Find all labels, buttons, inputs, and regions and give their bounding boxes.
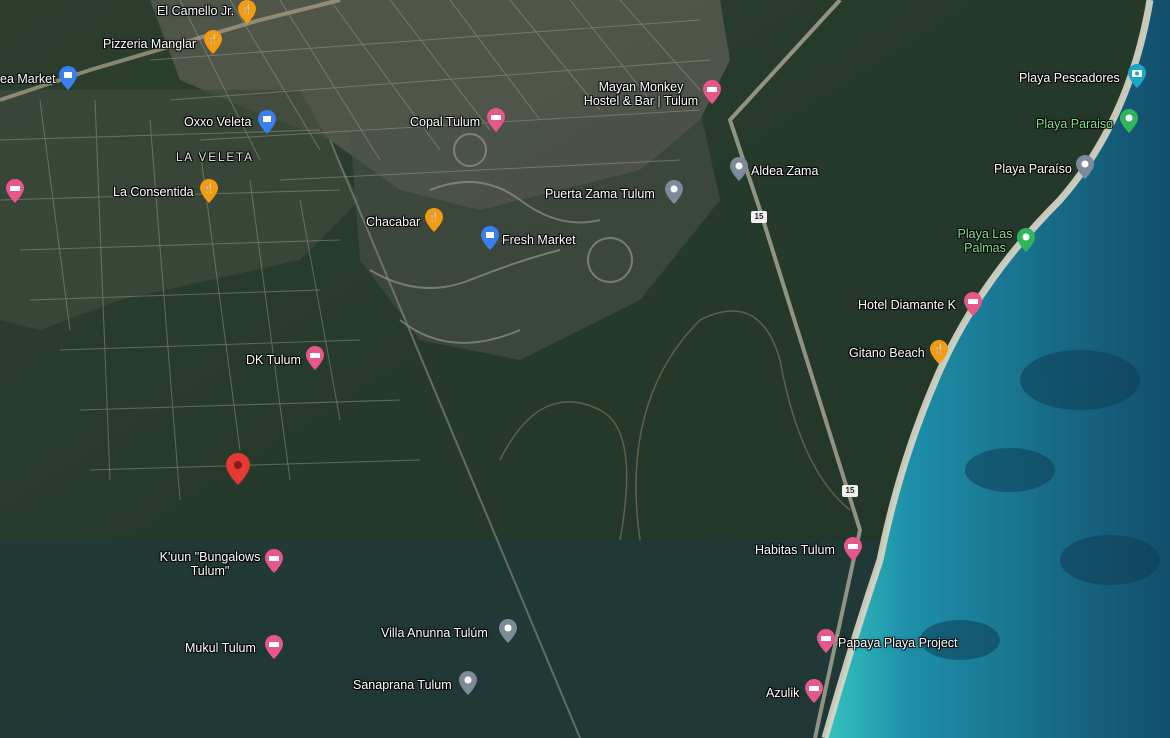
svg-text:🍴: 🍴 <box>428 211 439 223</box>
label-playa-las-palmas-line1: Playa Las <box>957 227 1013 241</box>
satellite-map[interactable] <box>0 0 1170 738</box>
camera-pin-icon[interactable] <box>1128 64 1146 88</box>
label-playa-pescadores[interactable]: Playa Pescadores <box>1019 71 1120 85</box>
label-playa-las-palmas[interactable]: Playa Las Palmas <box>950 227 1020 255</box>
label-playa-las-palmas-line2: Palmas <box>964 241 1006 255</box>
svg-text:🍴: 🍴 <box>933 343 944 355</box>
label-sanaprana[interactable]: Sanaprana Tulum <box>353 678 452 692</box>
park-pin-icon[interactable] <box>1120 109 1138 133</box>
label-la-veleta: LA VELETA <box>176 152 254 164</box>
svg-text:🍴: 🍴 <box>241 3 252 15</box>
label-habitas-tulum[interactable]: Habitas Tulum <box>755 543 835 557</box>
label-puerta-zama[interactable]: Puerta Zama Tulum <box>545 187 655 201</box>
label-papaya-playa[interactable]: Papaya Playa Project <box>838 636 958 650</box>
hotel-pin-icon[interactable] <box>805 679 823 703</box>
route-15-number: 15 <box>845 486 855 495</box>
label-gitano-beach[interactable]: Gitano Beach <box>849 346 925 360</box>
route-15-number: 15 <box>754 212 764 221</box>
hotel-pin-icon[interactable] <box>306 346 324 370</box>
label-mayan-monkey-line2: Hostel & Bar | Tulum <box>583 94 699 108</box>
label-dk-tulum[interactable]: DK Tulum <box>246 353 301 367</box>
place-pin-icon[interactable] <box>499 619 517 643</box>
hotel-pin-icon[interactable] <box>817 629 835 653</box>
shop-pin-icon[interactable] <box>481 226 499 250</box>
label-el-camello[interactable]: El Camello Jr. <box>157 4 234 18</box>
label-pizzeria-manglar[interactable]: Pizzeria Manglar <box>103 37 196 51</box>
svg-text:🍴: 🍴 <box>207 33 218 45</box>
label-market-left[interactable]: ea Market <box>0 72 56 86</box>
label-oxxo-veleta[interactable]: Oxxo Veleta <box>184 115 251 129</box>
svg-text:🍴: 🍴 <box>203 182 214 194</box>
label-mayan-monkey-line1: Mayan Monkey <box>598 80 684 94</box>
label-playa-paraiso-park[interactable]: Playa Paraiso <box>1036 117 1113 131</box>
hotel-pin-icon[interactable] <box>487 108 505 132</box>
label-kuun-line2: Tulum" <box>190 564 230 578</box>
hotel-pin-icon[interactable] <box>265 635 283 659</box>
restaurant-pin-icon[interactable]: 🍴 <box>930 340 948 364</box>
place-pin-icon[interactable] <box>1076 155 1094 179</box>
hotel-pin-icon[interactable] <box>703 80 721 104</box>
restaurant-pin-icon[interactable]: 🍴 <box>238 0 256 24</box>
hotel-pin-icon[interactable] <box>964 292 982 316</box>
selected-location-pin-icon[interactable] <box>226 452 250 486</box>
label-mukul-tulum[interactable]: Mukul Tulum <box>185 641 256 655</box>
label-la-consentida[interactable]: La Consentida <box>113 185 194 199</box>
place-pin-icon[interactable] <box>459 671 477 695</box>
route-15-shield: 15 <box>842 485 858 497</box>
label-azulik[interactable]: Azulik <box>766 686 799 700</box>
label-playa-paraiso[interactable]: Playa Paraíso <box>994 162 1072 176</box>
label-copal-tulum[interactable]: Copal Tulum <box>410 115 480 129</box>
label-chacabar[interactable]: Chacabar <box>366 215 420 229</box>
label-aldea-zama[interactable]: Aldea Zama <box>751 164 818 178</box>
label-fresh-market[interactable]: Fresh Market <box>502 233 576 247</box>
shop-pin-icon[interactable] <box>59 66 77 90</box>
place-pin-icon[interactable] <box>730 157 748 181</box>
place-pin-icon[interactable] <box>665 180 683 204</box>
label-kuun-line1: K'uun "Bungalows <box>159 550 261 564</box>
shop-pin-icon[interactable] <box>258 110 276 134</box>
restaurant-pin-icon[interactable]: 🍴 <box>200 179 218 203</box>
hotel-pin-icon[interactable] <box>6 179 24 203</box>
label-villa-anunna[interactable]: Villa Anunna Tulúm <box>381 626 488 640</box>
hotel-pin-icon[interactable] <box>844 537 862 561</box>
label-hotel-diamante[interactable]: Hotel Diamante K <box>858 298 956 312</box>
restaurant-pin-icon[interactable]: 🍴 <box>425 208 443 232</box>
label-mayan-monkey[interactable]: Mayan Monkey Hostel & Bar | Tulum <box>581 80 701 108</box>
route-15-shield: 15 <box>751 211 767 223</box>
label-kuun-bungalows[interactable]: K'uun "Bungalows Tulum" <box>150 550 270 578</box>
restaurant-pin-icon[interactable]: 🍴 <box>204 30 222 54</box>
